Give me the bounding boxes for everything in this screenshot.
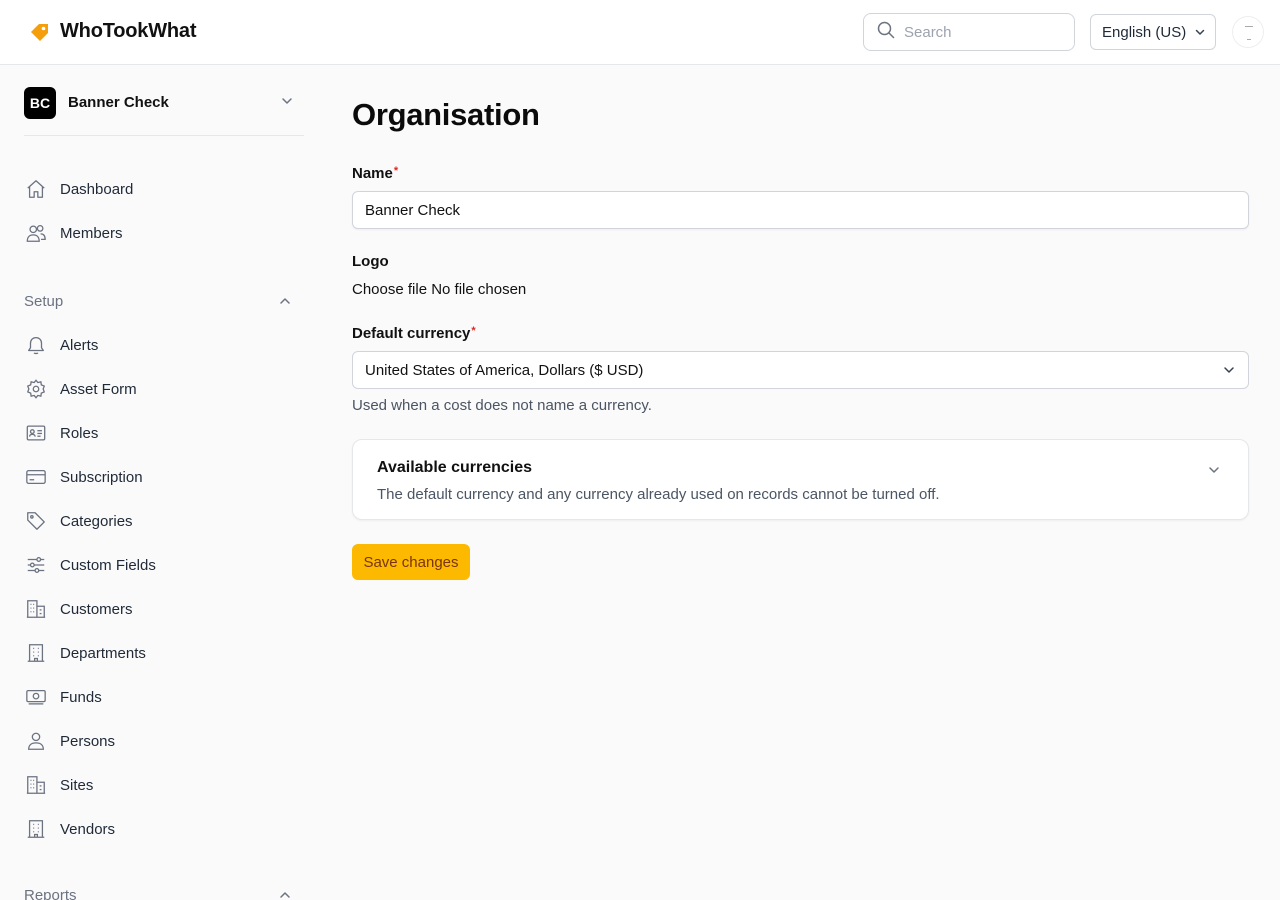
building-icon xyxy=(24,773,48,797)
users-icon xyxy=(24,221,48,245)
sidebar-item-custom-fields[interactable]: Custom Fields xyxy=(24,545,304,585)
sidebar-item-dashboard[interactable]: Dashboard xyxy=(24,169,304,209)
save-button[interactable]: Save changes xyxy=(352,544,470,580)
name-label: Name* xyxy=(352,165,399,182)
sidebar-item-categories[interactable]: Categories xyxy=(24,501,304,541)
chevron-down-icon xyxy=(1224,367,1234,373)
reports-section-title: Reports xyxy=(24,886,77,900)
required-marker: * xyxy=(471,325,476,337)
chevron-down-icon xyxy=(282,98,292,104)
chevron-up-icon xyxy=(280,298,290,304)
setup-section-toggle[interactable]: Setup xyxy=(24,289,304,313)
chevron-down-icon[interactable] xyxy=(1207,463,1221,477)
available-currencies-title: Available currencies xyxy=(377,459,533,476)
choose-file-button[interactable]: Choose file xyxy=(352,281,427,298)
search-icon xyxy=(877,21,895,44)
chevron-up-icon xyxy=(280,892,290,898)
bell-icon xyxy=(24,333,48,357)
sidebar-item-funds[interactable]: Funds xyxy=(24,677,304,717)
home-icon xyxy=(24,177,48,201)
logo-file-input[interactable]: Choose file No file chosen xyxy=(352,281,526,298)
sidebar-item-subscription[interactable]: Subscription xyxy=(24,457,304,497)
page-title: Organisation xyxy=(352,97,540,132)
org-avatar: BC xyxy=(24,86,56,119)
sidebar-item-asset-form[interactable]: Asset Form xyxy=(24,369,304,409)
tag-icon xyxy=(24,509,48,533)
sidebar-item-sites[interactable]: Sites xyxy=(24,765,304,805)
required-marker: * xyxy=(393,165,399,177)
sidebar-item-roles[interactable]: Roles xyxy=(24,413,304,453)
tag-logo-icon xyxy=(30,22,50,42)
org-name: Banner Check xyxy=(68,94,169,111)
currency-value: United States of America, Dollars ($ USD… xyxy=(365,361,644,379)
banknote-icon xyxy=(24,685,48,709)
language-label: English (US) xyxy=(1102,23,1187,41)
currency-select[interactable]: United States of America, Dollars ($ USD… xyxy=(352,351,1249,389)
user-avatar[interactable] xyxy=(1232,16,1264,48)
sidebar: BC Banner Check Dashboard Members Setup … xyxy=(0,65,328,900)
setup-section-title: Setup xyxy=(24,292,64,310)
currency-label: Default currency* xyxy=(352,325,476,342)
logo-label: Logo xyxy=(352,253,389,270)
gear-icon xyxy=(24,377,48,401)
name-field[interactable] xyxy=(352,191,1249,229)
search-input[interactable]: Search xyxy=(904,24,952,41)
chevron-down-icon xyxy=(1195,29,1205,35)
sidebar-item-persons[interactable]: Persons xyxy=(24,721,304,761)
sliders-icon xyxy=(24,553,48,577)
sidebar-item-departments[interactable]: Departments xyxy=(24,633,304,673)
credit-card-icon xyxy=(24,465,48,489)
sidebar-item-members[interactable]: Members xyxy=(24,213,304,253)
id-card-icon xyxy=(24,421,48,445)
brand[interactable]: WhoTookWhat xyxy=(30,20,196,43)
language-select[interactable]: English (US) xyxy=(1090,14,1216,50)
top-bar: WhoTookWhat Search English (US) xyxy=(0,0,1280,65)
sidebar-item-vendors[interactable]: Vendors xyxy=(24,809,304,849)
search-box[interactable]: Search xyxy=(863,13,1075,51)
building-icon xyxy=(24,597,48,621)
sidebar-item-alerts[interactable]: Alerts xyxy=(24,325,304,365)
org-switcher[interactable]: BC Banner Check xyxy=(24,84,304,136)
sidebar-item-customers[interactable]: Customers xyxy=(24,589,304,629)
available-currencies-description: The default currency and any currency al… xyxy=(377,486,940,503)
office-building-icon xyxy=(24,817,48,841)
file-status: No file chosen xyxy=(431,281,527,298)
reports-section-toggle[interactable]: Reports xyxy=(24,883,304,900)
office-building-icon xyxy=(24,641,48,665)
available-currencies-panel[interactable]: Available currencies The default currenc… xyxy=(352,439,1249,520)
app-name: WhoTookWhat xyxy=(60,20,197,42)
person-icon xyxy=(24,729,48,753)
currency-help-text: Used when a cost does not name a currenc… xyxy=(352,397,652,414)
